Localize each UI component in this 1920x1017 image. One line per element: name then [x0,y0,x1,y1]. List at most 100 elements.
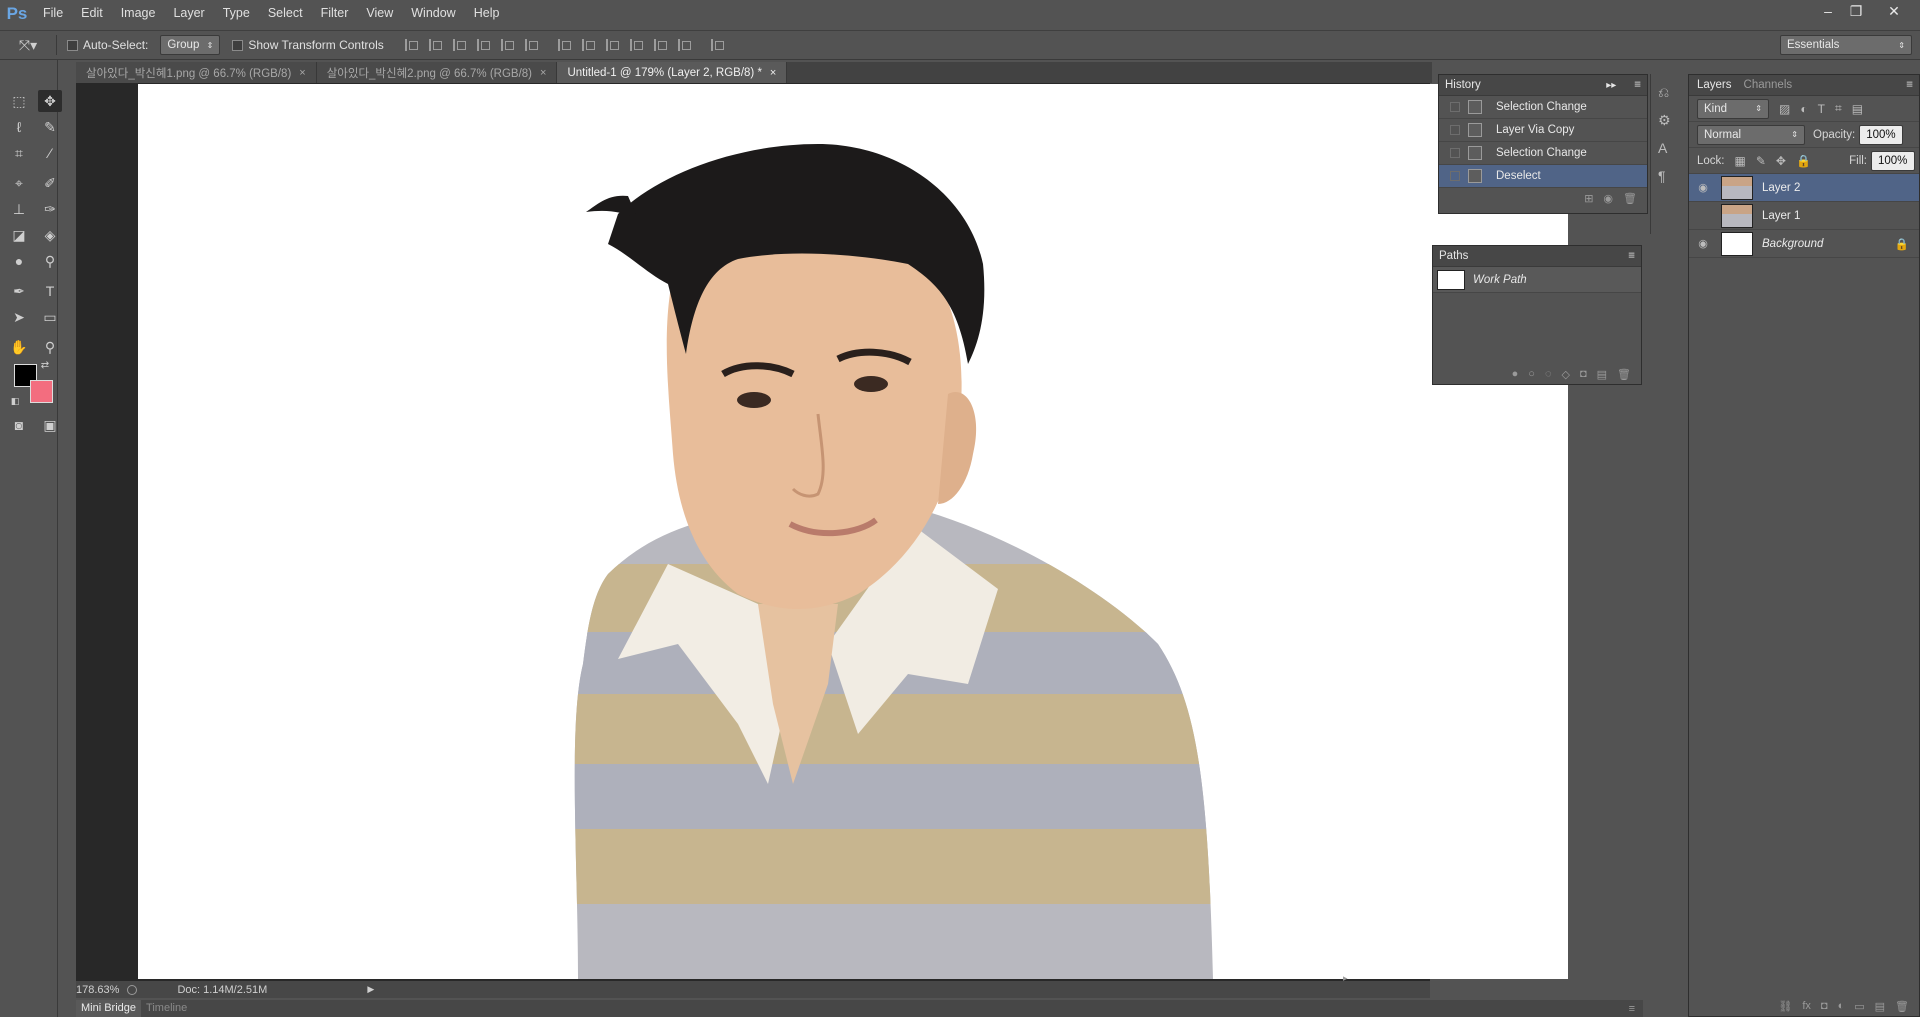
fill-input[interactable]: 100% [1871,150,1915,171]
menu-file[interactable]: File [34,0,72,27]
menu-edit[interactable]: Edit [72,0,112,27]
add-mask-icon[interactable]: ◘ [1580,368,1587,380]
history-panel-title[interactable]: History [1445,79,1481,91]
path-selection-tool-icon[interactable]: ➤ [7,306,31,328]
tab-close-icon[interactable]: × [770,67,776,79]
character-panel-icon[interactable]: A [1658,140,1678,158]
layer-row[interactable]: Layer 1 [1689,202,1919,230]
tab-document-1[interactable]: 살아있다_박신혜1.png @ 66.7% (RGB/8) × [76,62,317,83]
align-top-icon[interactable] [404,39,419,51]
dodge-tool-icon[interactable]: ⚲ [38,250,62,272]
layer-style-icon[interactable]: fx [1802,1000,1811,1012]
tab-mini-bridge[interactable]: Mini Bridge [76,1000,142,1017]
tab-layers[interactable]: Layers [1697,79,1732,91]
minimize-button[interactable]: – [1814,0,1842,22]
menu-filter[interactable]: Filter [312,0,358,27]
history-item[interactable]: Deselect [1439,165,1647,188]
history-brush-tool-icon[interactable]: ✑ [38,198,62,220]
eraser-tool-icon[interactable]: ◪ [7,224,31,246]
background-color-swatch[interactable] [30,380,53,403]
align-vcenter-icon[interactable] [428,39,443,51]
workspace-dropdown[interactable]: Essentials ⇕ [1780,35,1912,55]
smart-object-filter-icon[interactable]: ▤ [1852,102,1863,116]
pen-tool-icon[interactable]: ✒ [7,280,31,302]
distribute-hcenter-icon[interactable] [653,39,668,51]
align-left-icon[interactable] [476,39,491,51]
status-menu-arrow-icon[interactable]: ▶ [367,984,374,995]
history-snapshot-checkbox[interactable] [1450,102,1460,112]
expand-icon[interactable]: ▸▸ [1606,80,1616,91]
paths-panel-title[interactable]: Paths [1439,250,1468,262]
distribute-left-icon[interactable] [629,39,644,51]
adjustment-layer-icon[interactable]: ◐ [1838,1000,1845,1012]
type-filter-icon[interactable]: T [1818,102,1825,116]
layer-filter-dropdown[interactable]: Kind ⇕ [1697,98,1769,119]
shape-filter-icon[interactable]: ⌗ [1835,101,1842,116]
make-work-path-icon[interactable]: ◇ [1562,368,1570,381]
trash-icon[interactable]: 🗑 [1617,368,1631,381]
fill-path-icon[interactable]: ● [1512,368,1519,380]
hand-tool-icon[interactable]: ✋ [7,336,31,358]
scroll-right-icon[interactable]: ▸ [1343,973,1357,983]
path-item[interactable]: Work Path [1433,267,1641,293]
align-right-icon[interactable] [524,39,539,51]
paths-panel-icon[interactable]: ⚙ [1658,112,1678,130]
panel-menu-icon[interactable]: ≡ [1629,1003,1635,1015]
lasso-tool-icon[interactable]: ℓ [7,116,31,138]
zoom-level[interactable]: 178.63% [76,984,119,996]
menu-help[interactable]: Help [465,0,509,27]
crop-tool-icon[interactable]: ⌗ [7,142,31,164]
new-path-icon[interactable]: ▤ [1597,368,1607,381]
auto-align-icon[interactable] [710,39,725,51]
menu-window[interactable]: Window [402,0,464,27]
load-path-as-selection-icon[interactable]: ◌ [1545,368,1552,380]
blur-tool-icon[interactable]: ● [7,250,31,272]
align-bottom-icon[interactable] [452,39,467,51]
distribute-right-icon[interactable] [677,39,692,51]
panel-menu-icon[interactable]: ≡ [1906,79,1913,91]
layer-row[interactable]: ◉ Layer 2 [1689,174,1919,202]
screen-mode-icon[interactable]: ▣ [38,414,62,436]
history-panel-icon[interactable]: ⎌ [1658,84,1678,102]
image-canvas[interactable] [138,84,1568,979]
history-item[interactable]: Selection Change [1439,142,1647,165]
menu-select[interactable]: Select [259,0,312,27]
menu-layer[interactable]: Layer [164,0,213,27]
distribute-vcenter-icon[interactable] [581,39,596,51]
trash-icon[interactable]: 🗑 [1895,1000,1909,1013]
type-tool-icon[interactable]: T [38,280,62,302]
eye-icon[interactable]: ◉ [1695,180,1711,196]
add-mask-icon[interactable]: ◘ [1821,1000,1828,1012]
show-transform-checkbox[interactable] [232,39,244,51]
distribute-top-icon[interactable] [557,39,572,51]
tab-close-icon[interactable]: × [299,67,305,79]
pixel-filter-icon[interactable]: ▨ [1779,102,1790,116]
align-hcenter-icon[interactable] [500,39,515,51]
eyedropper-tool-icon[interactable]: ⁄ [38,142,62,164]
distribute-bottom-icon[interactable] [605,39,620,51]
lock-position-icon[interactable]: ✥ [1776,154,1786,168]
new-group-icon[interactable]: ▭ [1854,1000,1864,1013]
move-tool-icon[interactable]: ✥ [38,90,62,112]
default-colors-icon[interactable]: ◧ [8,394,22,408]
menu-image[interactable]: Image [112,0,165,27]
eye-icon[interactable]: ◉ [1695,236,1711,252]
status-info-icon[interactable] [127,984,138,995]
history-snapshot-checkbox[interactable] [1450,148,1460,158]
marquee-tool-icon[interactable]: ⬚ [7,90,31,112]
menu-type[interactable]: Type [214,0,259,27]
adjustment-filter-icon[interactable]: ◐ [1800,102,1807,116]
zoom-tool-icon[interactable]: ⚲ [38,336,62,358]
layer-row[interactable]: ◉ Background 🔒 [1689,230,1919,258]
tab-channels[interactable]: Channels [1744,79,1793,91]
tab-timeline[interactable]: Timeline [141,1000,192,1017]
stroke-path-icon[interactable]: ○ [1528,368,1535,380]
healing-brush-tool-icon[interactable]: ⌖ [7,172,31,194]
close-button[interactable]: ✕ [1880,0,1908,22]
new-document-from-state-icon[interactable]: ⊞ [1584,192,1593,205]
history-snapshot-checkbox[interactable] [1450,171,1460,181]
quick-selection-tool-icon[interactable]: ✎ [38,116,62,138]
opacity-input[interactable]: 100% [1859,124,1904,145]
quick-mask-icon[interactable]: ◙ [7,414,31,436]
tab-document-2[interactable]: 살아있다_박신혜2.png @ 66.7% (RGB/8) × [316,62,558,83]
